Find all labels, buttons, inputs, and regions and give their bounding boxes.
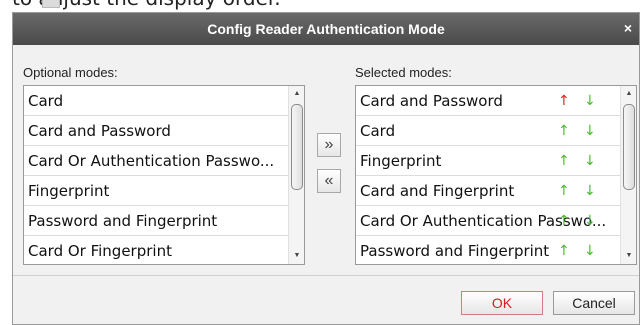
background-caption: to adjust the display order.	[0, 0, 640, 12]
list-item-label: Fingerprint	[28, 182, 110, 200]
list-item-label: Fingerprint	[360, 152, 442, 170]
list-item-label: Card Or Authentication Passwo...	[28, 152, 275, 170]
move-down-icon[interactable]: ↓	[584, 86, 596, 115]
list-item-label: Card Or Fingerprint	[28, 242, 172, 260]
list-item-label: Card	[28, 92, 64, 110]
selected-modes-label: Selected modes:	[355, 65, 452, 80]
list-item[interactable]: Card and Password	[24, 116, 288, 146]
move-down-icon[interactable]: ↓	[584, 146, 596, 175]
list-item[interactable]: Fingerprint ↑ ↓	[356, 146, 620, 176]
scroll-down-icon[interactable]: ▼	[289, 248, 304, 264]
list-item[interactable]: Password and Fingerprint ↑ ↓	[356, 236, 620, 264]
list-item-label: Password and Fingerprint	[28, 212, 218, 230]
list-item[interactable]: Card ↑ ↓	[356, 116, 620, 146]
list-item[interactable]: Card	[24, 86, 288, 116]
move-down-icon[interactable]: ↓	[584, 236, 596, 264]
list-item-label: Password and Fingerprint	[360, 242, 550, 260]
list-item-label: Card	[360, 122, 396, 140]
move-up-icon[interactable]: ↑	[558, 176, 570, 205]
move-down-icon[interactable]: ↓	[584, 116, 596, 145]
move-up-icon[interactable]: ↑	[558, 236, 570, 264]
ok-button[interactable]: OK	[461, 291, 543, 315]
optional-modes-label: Optional modes:	[23, 65, 118, 80]
move-down-icon[interactable]: ↓	[584, 176, 596, 205]
scroll-up-icon[interactable]: ▲	[289, 86, 304, 102]
footer-divider	[13, 275, 639, 276]
move-right-button[interactable]: »	[317, 133, 341, 157]
scroll-down-icon[interactable]: ▼	[621, 248, 636, 264]
list-item-label: Card and Password	[28, 122, 171, 140]
dialog-title: Config Reader Authentication Mode	[207, 21, 445, 37]
list-item[interactable]: Card and Fingerprint ↑ ↓	[356, 176, 620, 206]
list-item[interactable]: Card and Password ↑ ↓	[356, 86, 620, 116]
optional-modes-list[interactable]: Card Card and Password Card Or Authentic…	[23, 85, 305, 265]
move-up-icon[interactable]: ↑	[558, 206, 570, 235]
list-item-label: Card and Password	[360, 92, 503, 110]
cancel-button[interactable]: Cancel	[553, 291, 635, 315]
scroll-up-icon[interactable]: ▲	[621, 86, 636, 102]
scroll-thumb[interactable]	[291, 104, 303, 190]
background-icon-fragment	[42, 0, 60, 8]
list-item[interactable]: Fingerprint	[24, 176, 288, 206]
list-item[interactable]: Card Or Authentication Passwo...	[24, 146, 288, 176]
move-down-icon[interactable]: ↓	[584, 206, 596, 235]
list-item[interactable]: Password and Fingerprint	[24, 206, 288, 236]
close-icon[interactable]: ×	[621, 19, 635, 37]
list-item[interactable]: Card Or Fingerprint	[24, 236, 288, 264]
selected-modes-list[interactable]: Card and Password ↑ ↓ Card ↑ ↓ Fingerpri…	[355, 85, 637, 265]
list-item-label: Card and Fingerprint	[360, 182, 515, 200]
scroll-thumb[interactable]	[623, 104, 635, 190]
list-item[interactable]: Card Or Authentication Passwo... ↑ ↓	[356, 206, 620, 236]
selected-scrollbar[interactable]: ▲ ▼	[620, 86, 636, 264]
optional-scrollbar[interactable]: ▲ ▼	[288, 86, 304, 264]
dialog-titlebar: Config Reader Authentication Mode ×	[13, 13, 639, 45]
move-left-button[interactable]: «	[317, 169, 341, 193]
move-up-icon[interactable]: ↑	[558, 86, 570, 115]
move-up-icon[interactable]: ↑	[558, 146, 570, 175]
auth-mode-dialog: Config Reader Authentication Mode × Opti…	[12, 12, 640, 325]
move-up-icon[interactable]: ↑	[558, 116, 570, 145]
